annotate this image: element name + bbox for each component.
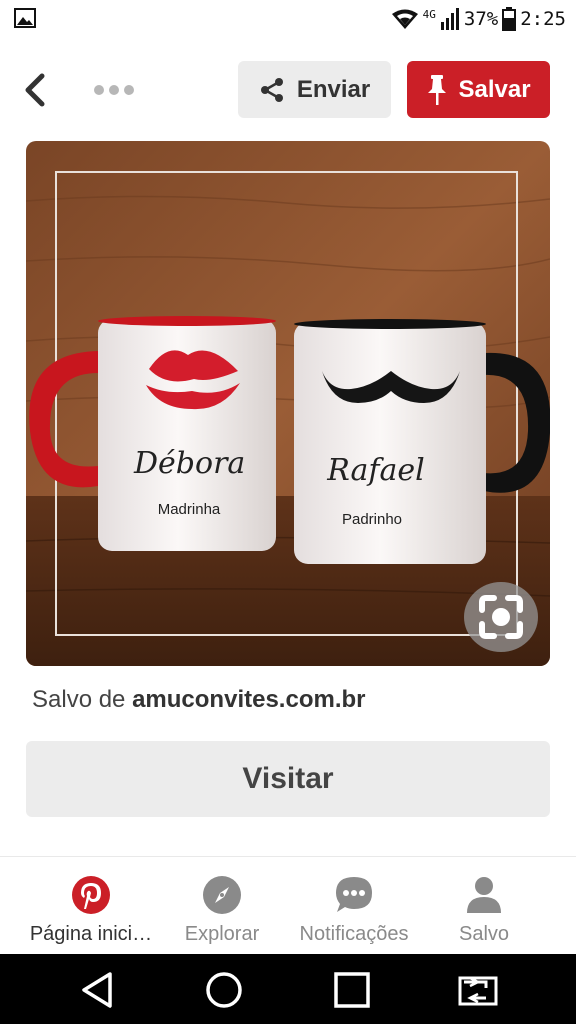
- tab-explore[interactable]: Explorar: [172, 875, 272, 955]
- switch-apps-icon: [458, 976, 498, 1006]
- circle-home-icon: [206, 972, 242, 1008]
- status-bar: 4G 37% 2:25: [0, 0, 576, 38]
- bottom-tab-bar: Página inici… Explorar Notificações Salv…: [0, 856, 576, 954]
- source-prefix: Salvo de: [32, 686, 126, 713]
- visual-search-button[interactable]: [464, 582, 538, 652]
- tab-home[interactable]: Página inici…: [28, 875, 154, 955]
- back-button[interactable]: [18, 70, 54, 110]
- pushpin-icon: [428, 74, 447, 105]
- tab-notifications[interactable]: Notificações: [290, 875, 418, 955]
- tab-saved[interactable]: Salvo: [436, 875, 532, 955]
- tab-home-label: Página inici…: [29, 923, 153, 945]
- tab-notifications-label: Notificações: [299, 923, 409, 945]
- mug-right-name: Rafael: [327, 453, 425, 488]
- send-label: Enviar: [296, 75, 371, 103]
- battery-icon: [502, 7, 517, 31]
- wifi-icon: [391, 9, 418, 29]
- person-icon: [467, 877, 501, 913]
- mug-left-role: Madrinha: [157, 501, 221, 518]
- triangle-back-icon: [82, 972, 112, 1008]
- visit-button[interactable]: Visitar: [26, 741, 550, 817]
- battery-percent: 37%: [463, 8, 499, 30]
- nav-switch-app-button[interactable]: [456, 968, 500, 1012]
- signal-icon: [440, 8, 459, 30]
- source-attribution: Salvo de amuconvites.com.br: [32, 686, 365, 714]
- save-button[interactable]: Salvar: [407, 61, 550, 118]
- share-icon: [260, 77, 283, 102]
- clock: 2:25: [520, 8, 566, 30]
- mug-right-role: Padrinho: [341, 511, 403, 528]
- dot-icon: [94, 85, 104, 95]
- nav-back-button[interactable]: [76, 968, 120, 1012]
- pinterest-logo-icon: [72, 876, 110, 914]
- square-recents-icon: [334, 972, 370, 1008]
- dot-icon: [124, 85, 134, 95]
- gallery-notification-icon: [14, 8, 36, 28]
- tab-explore-label: Explorar: [184, 923, 260, 945]
- network-type: 4G: [422, 8, 436, 21]
- lens-icon: [479, 595, 523, 639]
- source-domain-link[interactable]: amuconvites.com.br: [132, 686, 365, 713]
- nav-recents-button[interactable]: [330, 968, 374, 1012]
- send-button[interactable]: Enviar: [238, 61, 391, 118]
- tab-saved-label: Salvo: [458, 923, 510, 945]
- system-nav-bar: [0, 954, 576, 1024]
- compass-icon: [203, 876, 241, 914]
- more-options-button[interactable]: [94, 80, 138, 100]
- dot-icon: [109, 85, 119, 95]
- status-indicators: 4G 37% 2:25: [391, 6, 566, 32]
- mug-left-name: Débora: [134, 446, 246, 481]
- save-label: Salvar: [458, 75, 531, 103]
- visit-label: Visitar: [242, 762, 334, 795]
- nav-home-button[interactable]: [202, 968, 246, 1012]
- chevron-left-icon: [25, 73, 45, 107]
- chat-bubble-icon: [336, 877, 372, 912]
